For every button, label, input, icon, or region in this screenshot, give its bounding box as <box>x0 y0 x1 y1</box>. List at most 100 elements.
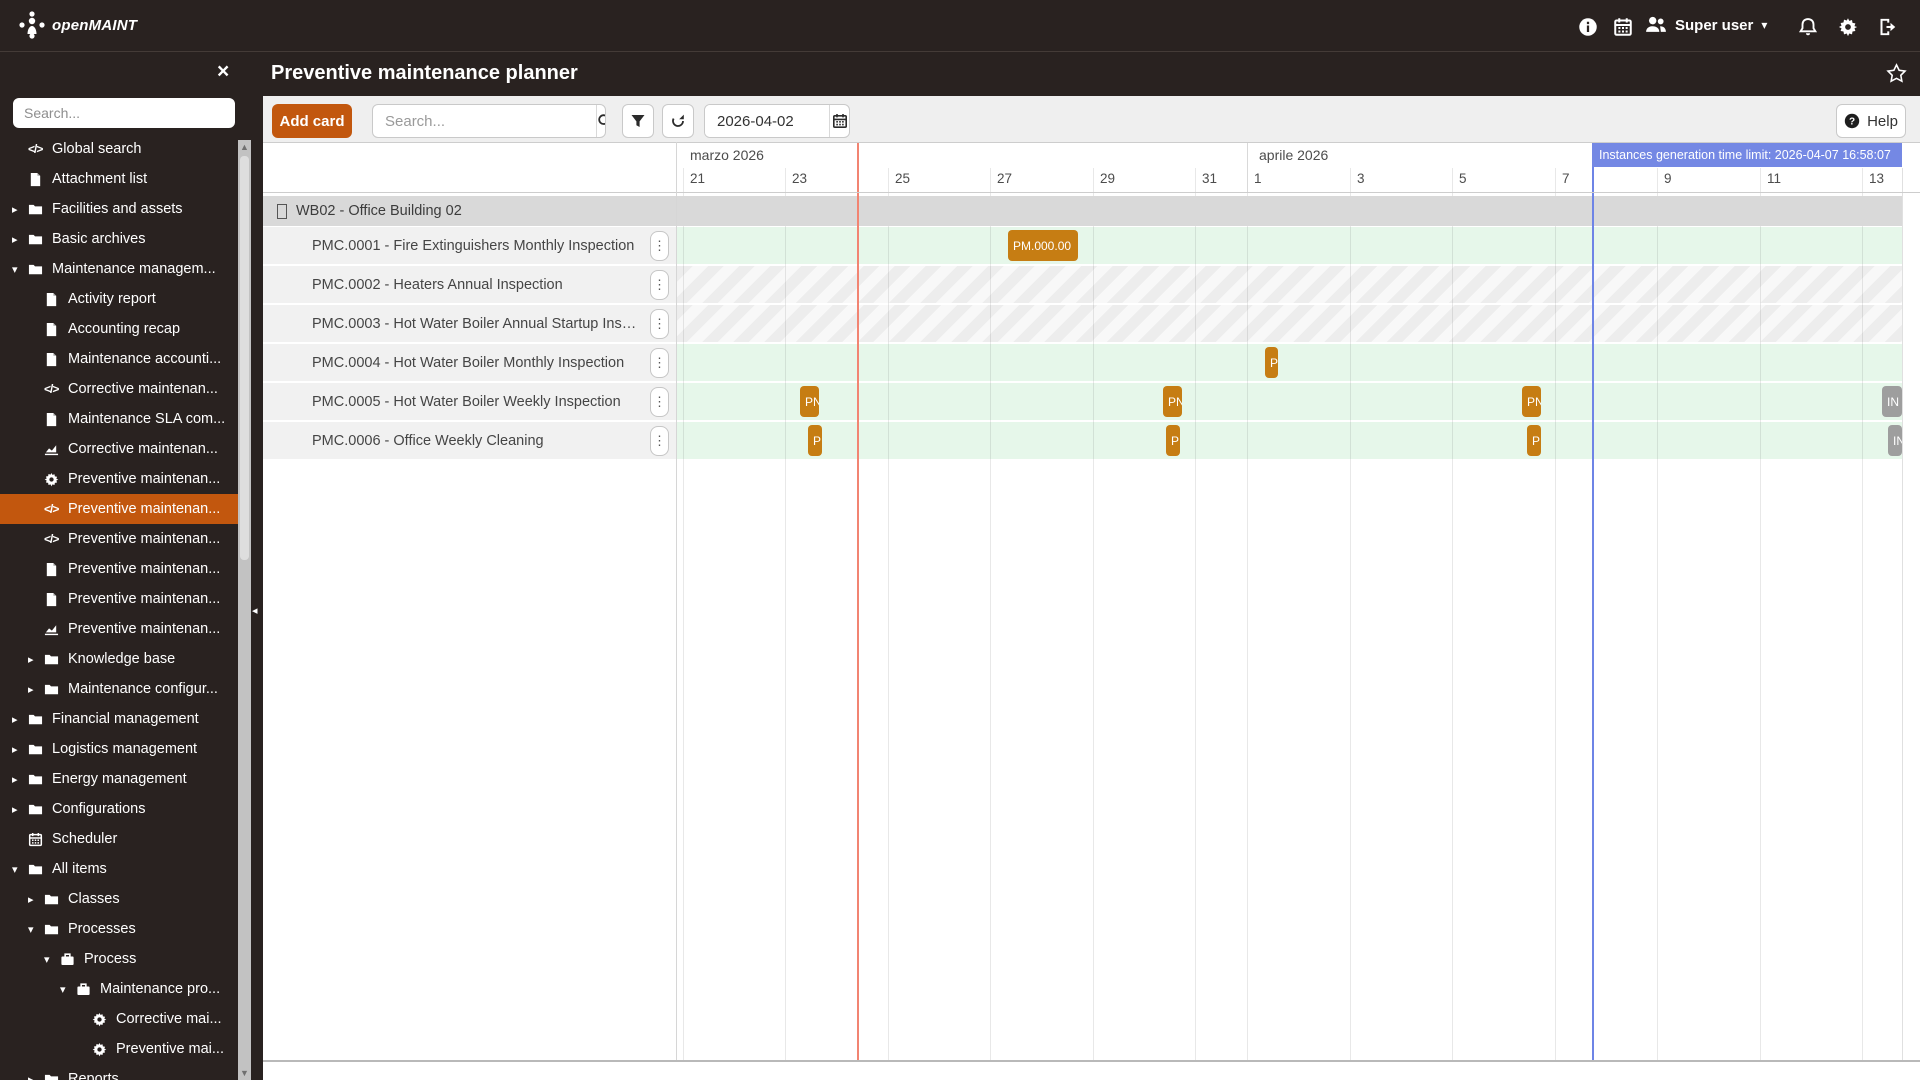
date-input[interactable] <box>705 105 829 137</box>
search-button[interactable] <box>596 105 606 137</box>
row-menu-button[interactable]: ⋮ <box>650 426 669 456</box>
gantt-bar[interactable]: PM.000.00 <box>1008 230 1078 261</box>
gantt-bar[interactable]: P <box>1166 425 1180 456</box>
gantt-track <box>677 344 1902 381</box>
sidebar-item[interactable]: ▸ Reports <box>0 1064 238 1080</box>
refresh-button[interactable] <box>662 104 694 138</box>
funnel-icon <box>630 113 646 129</box>
sidebar-item[interactable]: ▸ Basic archives <box>0 224 238 254</box>
sidebar-item[interactable]: ▸ Financial management <box>0 704 238 734</box>
gantt-track <box>677 422 1902 459</box>
sidebar-item[interactable]: ▸ Maintenance configur... <box>0 674 238 704</box>
gantt-day-tick: 1 <box>1254 171 1262 186</box>
gantt-bar[interactable]: P <box>1265 347 1278 378</box>
sidebar-item[interactable]: Preventive maintenan... <box>0 464 238 494</box>
gantt-gridline <box>1093 168 1094 1060</box>
sidebar-item[interactable]: Attachment list <box>0 164 238 194</box>
sidebar-item[interactable]: </> Preventive maintenan... <box>0 494 238 524</box>
scrollbar-thumb[interactable] <box>240 156 249 560</box>
panel-collapse-icon[interactable]: ◂ <box>252 604 258 617</box>
chevron-right-icon: ▸ <box>28 653 34 666</box>
sidebar-item[interactable]: </> Preventive maintenan... <box>0 524 238 554</box>
row-menu-button[interactable]: ⋮ <box>650 387 669 417</box>
gantt-bar[interactable]: PN <box>800 386 819 417</box>
sidebar-item[interactable]: ▸ Logistics management <box>0 734 238 764</box>
sidebar-item-label: Maintenance configur... <box>68 681 218 697</box>
page-title: Preventive maintenance planner <box>271 62 578 84</box>
sidebar-item[interactable]: ▾ Maintenance pro... <box>0 974 238 1004</box>
row-menu-button[interactable]: ⋮ <box>650 270 669 300</box>
date-calendar-button[interactable] <box>829 105 849 137</box>
favorite-star-icon[interactable] <box>1886 63 1907 84</box>
sidebar-item-label: Facilities and assets <box>52 201 183 217</box>
help-label: Help <box>1867 112 1898 130</box>
chevron-right-icon: ▸ <box>12 803 18 816</box>
card-search-input[interactable] <box>373 105 596 137</box>
calendar-icon[interactable] <box>1613 17 1633 37</box>
gantt-bar[interactable]: P <box>808 425 822 456</box>
gantt-bar[interactable]: IN <box>1888 425 1902 456</box>
sidebar-item[interactable]: Corrective maintenan... <box>0 434 238 464</box>
gantt-row-label: PMC.0002 - Heaters Annual Inspection <box>263 266 676 303</box>
help-button[interactable]: Help <box>1836 104 1906 138</box>
gantt-bar[interactable]: PN <box>1163 386 1182 417</box>
sidebar-item[interactable]: Maintenance SLA com... <box>0 404 238 434</box>
sidebar-item-label: Processes <box>68 921 136 937</box>
sidebar-item[interactable]: Preventive maintenan... <box>0 554 238 584</box>
sidebar-item[interactable]: Accounting recap <box>0 314 238 344</box>
gantt-group-row[interactable]: WB02 - Office Building 02 <box>263 196 1902 226</box>
gantt-track <box>677 227 1902 264</box>
sidebar-item[interactable]: ▾ Maintenance managem... <box>0 254 238 284</box>
scrollbar-down-icon[interactable]: ▼ <box>238 1066 251 1080</box>
sidebar-item[interactable]: ▸ Classes <box>0 884 238 914</box>
sidebar-item[interactable]: Preventive mai... <box>0 1034 238 1064</box>
sidebar-item[interactable]: ▾ All items <box>0 854 238 884</box>
gear-icon[interactable] <box>1838 17 1858 37</box>
sidebar-item[interactable]: Preventive maintenan... <box>0 614 238 644</box>
sidebar-item[interactable]: Maintenance accounti... <box>0 344 238 374</box>
row-menu-button[interactable]: ⋮ <box>650 348 669 378</box>
gantt-day-tick: 13 <box>1869 171 1885 186</box>
add-card-button[interactable]: Add card <box>272 104 352 138</box>
user-menu[interactable]: Super user ▾ <box>1645 14 1767 36</box>
sidebar-item[interactable]: ▾ Process <box>0 944 238 974</box>
sidebar-item[interactable]: ▸ Knowledge base <box>0 644 238 674</box>
folder-icon <box>28 862 49 877</box>
gantt-day-tick: 27 <box>997 171 1013 186</box>
bell-icon[interactable] <box>1798 17 1818 37</box>
logo-icon <box>19 11 45 39</box>
sidebar-item-label: Energy management <box>52 771 187 787</box>
gantt-track <box>677 383 1902 420</box>
generation-limit-banner: Instances generation time limit: 2026-04… <box>1592 143 1902 167</box>
sidebar-item-label: Activity report <box>68 291 156 307</box>
sidebar-item[interactable]: ▸ Configurations <box>0 794 238 824</box>
divider <box>263 192 1920 193</box>
gantt-bar[interactable]: PN <box>1522 386 1541 417</box>
divider <box>676 142 677 1060</box>
sidebar-item[interactable]: </> Global search <box>0 134 238 164</box>
row-menu-button[interactable]: ⋮ <box>650 309 669 339</box>
gantt-bar[interactable]: P <box>1527 425 1541 456</box>
sidebar-item[interactable]: ▾ Processes <box>0 914 238 944</box>
briefcase-icon <box>60 952 81 967</box>
sidebar-item[interactable]: Activity report <box>0 284 238 314</box>
folder-icon <box>44 922 65 937</box>
scrollbar-up-icon[interactable]: ▲ <box>238 140 251 154</box>
sidebar-item[interactable]: Scheduler <box>0 824 238 854</box>
gantt-bar[interactable]: IN <box>1882 386 1902 417</box>
sidebar-item[interactable]: </> Corrective maintenan... <box>0 374 238 404</box>
sidebar-item[interactable]: Preventive maintenan... <box>0 584 238 614</box>
gantt-gridline <box>990 168 991 1060</box>
logout-icon[interactable] <box>1878 17 1898 37</box>
row-menu-button[interactable]: ⋮ <box>650 231 669 261</box>
gantt-gridline <box>1555 168 1556 1060</box>
folder-icon <box>28 262 49 277</box>
gantt-gridline <box>1657 168 1658 1060</box>
filter-button[interactable] <box>622 104 654 138</box>
info-icon[interactable] <box>1578 17 1598 37</box>
sidebar-item[interactable]: Corrective mai... <box>0 1004 238 1034</box>
sidebar-item[interactable]: ▸ Energy management <box>0 764 238 794</box>
sidebar-item[interactable]: ▸ Facilities and assets <box>0 194 238 224</box>
openmaint-logo[interactable]: openMAINT <box>18 10 137 40</box>
today-line <box>857 143 859 1060</box>
